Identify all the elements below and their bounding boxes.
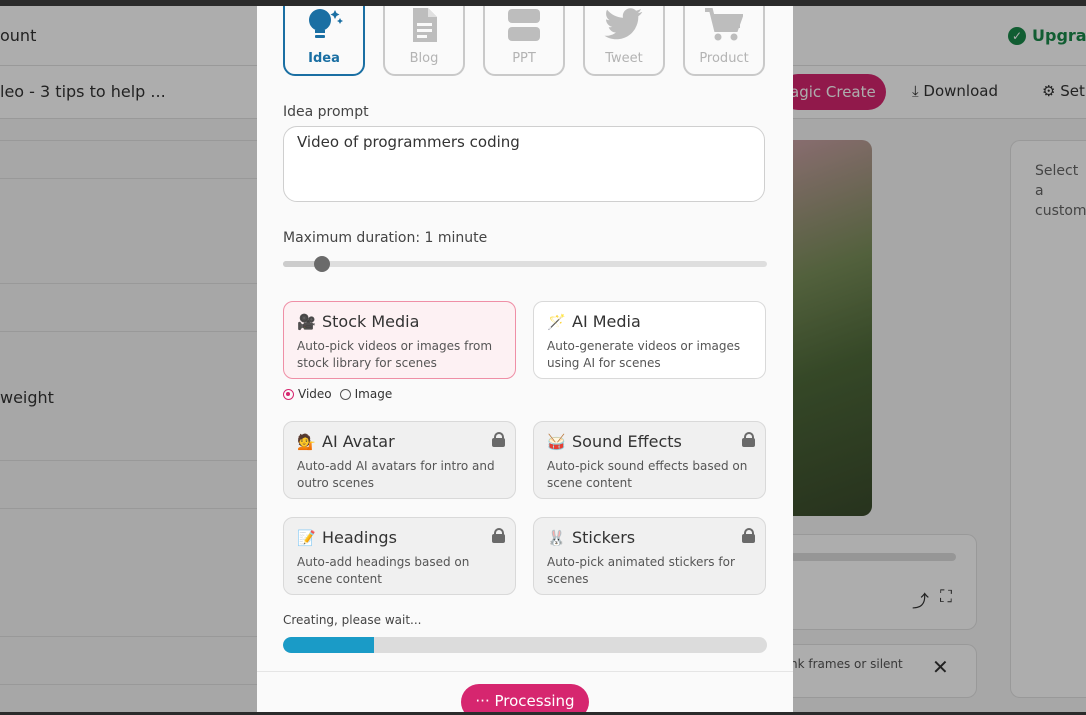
stock-media-card[interactable]: 🎥 Stock Media Auto-pick videos or images…: [283, 301, 516, 379]
magic-create-modal: Idea Blog PPT Tweet Product Idea prompt …: [257, 6, 793, 715]
radio-image[interactable]: [339, 388, 351, 400]
progress-fill: [283, 637, 374, 653]
radio-video-label[interactable]: Video: [298, 387, 332, 401]
source-tabs: Idea Blog PPT Tweet Product: [283, 6, 767, 78]
processing-button[interactable]: ··· Processing: [461, 684, 589, 715]
card-title: Stickers: [572, 528, 636, 547]
memo-icon: 📝: [297, 529, 316, 547]
drum-icon: 🥁: [547, 433, 566, 451]
tab-label: Tweet: [605, 51, 643, 66]
tab-product[interactable]: Product: [683, 6, 765, 76]
duration-label: Maximum duration: 1 minute: [283, 230, 488, 246]
ai-media-card[interactable]: 🪄 AI Media Auto-generate videos or image…: [533, 301, 766, 379]
idea-prompt-input[interactable]: Video of programmers coding: [283, 126, 765, 202]
tab-label: Idea: [308, 51, 340, 66]
slides-icon: [485, 8, 563, 50]
media-type-radio-group: Video Image: [283, 387, 392, 401]
lock-icon: [742, 432, 755, 447]
lock-icon: [742, 528, 755, 543]
divider: [257, 671, 793, 672]
tab-tweet[interactable]: Tweet: [583, 6, 665, 76]
tab-label: Blog: [409, 51, 439, 66]
progress-bar: [283, 637, 767, 653]
card-description: Auto-add headings based on scene content: [297, 555, 470, 586]
card-title: Headings: [322, 528, 397, 547]
card-title: AI Media: [572, 312, 641, 331]
lightbulb-icon: [285, 8, 363, 52]
card-description: Auto-add AI avatars for intro and outro …: [297, 459, 495, 490]
stickers-card[interactable]: 🐰 Stickers Auto-pick animated stickers f…: [533, 517, 766, 595]
tab-blog[interactable]: Blog: [383, 6, 465, 76]
document-icon: [385, 8, 463, 50]
card-title: AI Avatar: [322, 432, 395, 451]
card-description: Auto-pick animated stickers for scenes: [547, 555, 735, 586]
tab-label: PPT: [512, 51, 536, 66]
card-description: Auto-generate videos or images using AI …: [547, 339, 741, 370]
lock-icon: [492, 432, 505, 447]
sound-effects-card[interactable]: 🥁 Sound Effects Auto-pick sound effects …: [533, 421, 766, 499]
lock-icon: [492, 528, 505, 543]
ai-avatar-card[interactable]: 💁 AI Avatar Auto-add AI avatars for intr…: [283, 421, 516, 499]
headings-card[interactable]: 📝 Headings Auto-add headings based on sc…: [283, 517, 516, 595]
tab-label: Product: [699, 51, 749, 66]
card-title: Sound Effects: [572, 432, 682, 451]
rabbit-icon: 🐰: [547, 529, 566, 547]
radio-video[interactable]: [283, 388, 294, 400]
radio-image-label[interactable]: Image: [355, 387, 393, 401]
status-text: Creating, please wait...: [283, 613, 422, 627]
card-title: Stock Media: [322, 312, 420, 331]
person-icon: 💁: [297, 433, 316, 451]
duration-slider[interactable]: [283, 256, 767, 272]
card-description: Auto-pick videos or images from stock li…: [297, 339, 493, 370]
cart-icon: [685, 8, 763, 50]
idea-prompt-label: Idea prompt: [283, 104, 369, 120]
tab-ppt[interactable]: PPT: [483, 6, 565, 76]
card-description: Auto-pick sound effects based on scene c…: [547, 459, 748, 490]
video-camera-icon: 🎥: [297, 313, 316, 331]
magic-wand-icon: 🪄: [547, 313, 566, 331]
tab-idea[interactable]: Idea: [283, 6, 365, 76]
twitter-icon: [585, 8, 663, 50]
slider-handle[interactable]: [313, 256, 330, 272]
